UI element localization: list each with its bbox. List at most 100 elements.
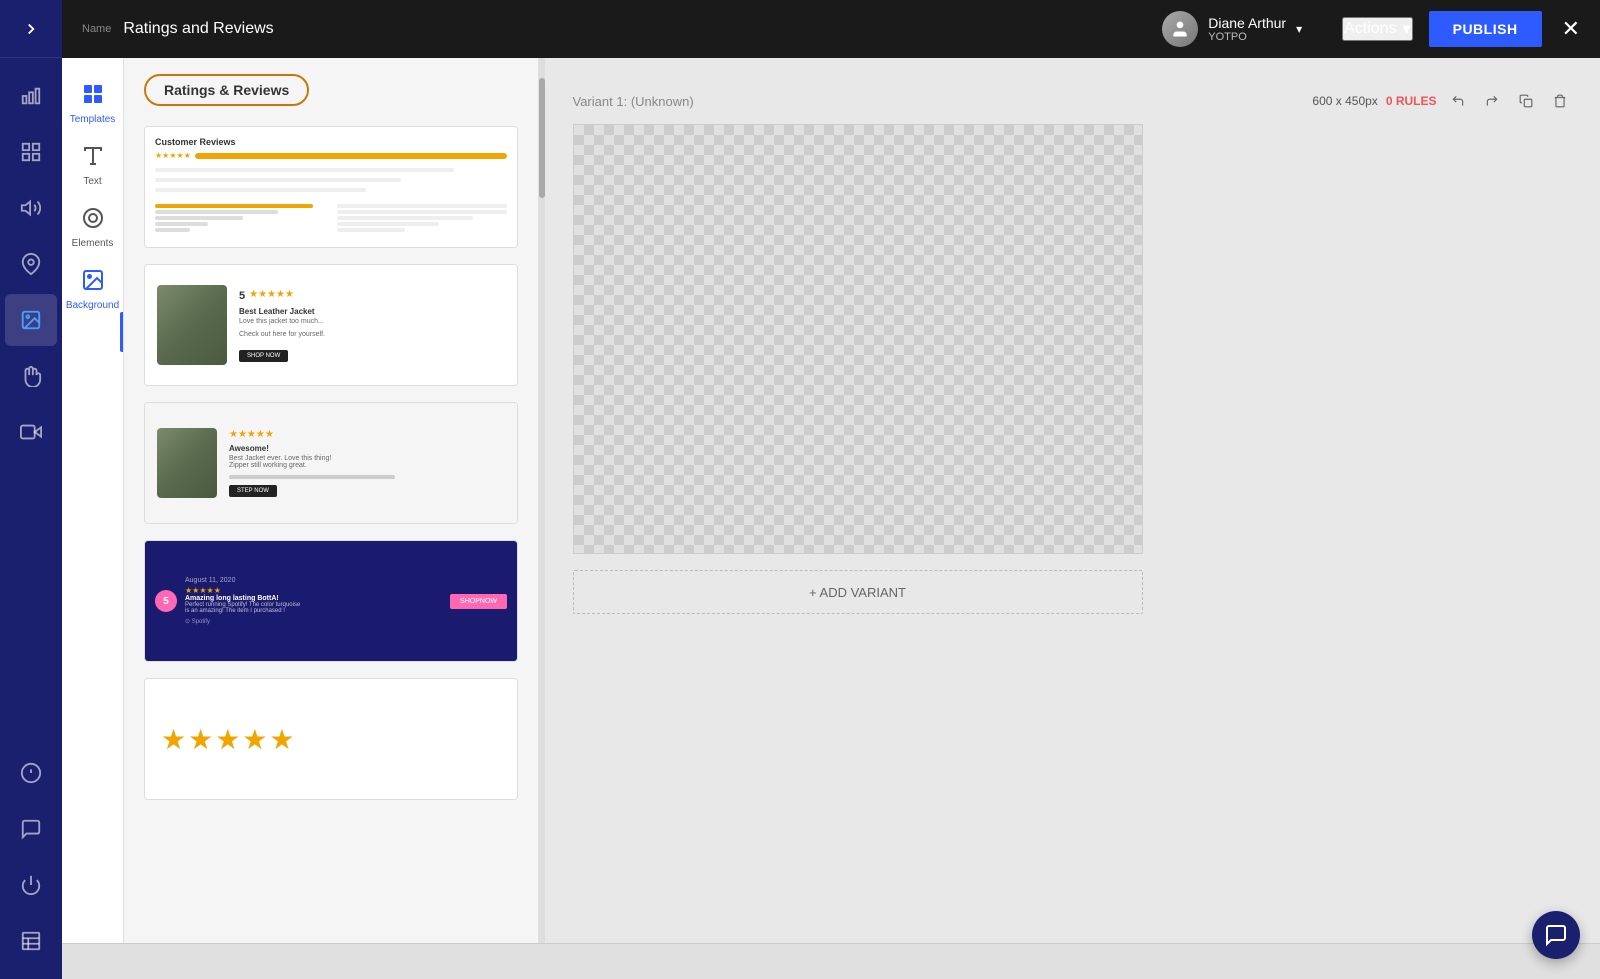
- template-thumb-img-3: ★★★★★ Awesome! Best Jacket ever. Love th…: [145, 403, 517, 523]
- template-list-scroll: Customer Reviews ★★★★★: [124, 114, 538, 943]
- mockup-product-text: Love this jacket too much...: [239, 318, 505, 325]
- rail-icons-list: [0, 58, 62, 458]
- variant-controls: 600 x 450px 0 RULES: [1312, 88, 1572, 114]
- mockup-dark-right: SHOPNOW: [450, 594, 507, 609]
- rail-analytics-icon[interactable]: [5, 70, 57, 122]
- variant-redo-button[interactable]: [1479, 88, 1505, 114]
- user-dropdown[interactable]: Diane Arthur YOTPO ▾: [1162, 11, 1302, 47]
- rail-info-icon[interactable]: [5, 747, 57, 799]
- mockup-shop-button-2: STEP NOW: [229, 485, 277, 497]
- mockup-rating-bars: [155, 204, 507, 232]
- mockup-dark-content: 5 August 11, 2020 ★★★★★ Amazing long las…: [145, 541, 517, 661]
- mockup-author: [229, 475, 505, 479]
- mockup-reviews-content: Customer Reviews ★★★★★: [145, 127, 517, 247]
- variant-label: Variant 1: (Unknown): [573, 94, 694, 109]
- mockup-count: 5: [239, 290, 245, 302]
- nav-toggle-button[interactable]: [0, 0, 62, 58]
- mockup-dark-stars: ★★★★★: [185, 586, 442, 595]
- canvas-area: Variant 1: (Unknown) 600 x 450px 0 RULES: [545, 58, 1600, 943]
- variant-container: Variant 1: (Unknown) 600 x 450px 0 RULES: [573, 88, 1573, 614]
- text-label: Text: [83, 176, 101, 188]
- rail-hand-icon[interactable]: [5, 350, 57, 402]
- rail-image-icon[interactable]: [5, 294, 57, 346]
- mockup-line-3: [155, 188, 366, 192]
- rail-megaphone-icon[interactable]: [5, 182, 57, 234]
- publish-button[interactable]: PUBLISH: [1429, 11, 1542, 47]
- sidebar-item-elements[interactable]: Elements: [64, 198, 122, 258]
- template-item-product-review-dark[interactable]: ★★★★★ Awesome! Best Jacket ever. Love th…: [144, 402, 518, 524]
- top-header: Name Ratings and Reviews Diane Arthur YO…: [62, 0, 1600, 58]
- template-item-reviews-list[interactable]: Customer Reviews ★★★★★: [144, 126, 518, 248]
- mockup-product-info: 5 ★★★★★ Best Leather Jacket Love this ja…: [239, 289, 505, 362]
- templates-icon: [81, 82, 105, 110]
- user-name: Diane Arthur: [1208, 15, 1286, 31]
- mockup-dark-shopnow: SHOPNOW: [450, 594, 507, 609]
- variant-label-text: Variant 1:: [573, 94, 628, 109]
- mockup-product-stars-3: ★★★★★: [229, 429, 505, 440]
- mockup-title: Customer Reviews: [155, 137, 507, 147]
- mockup-jacket-image: [157, 285, 227, 365]
- mockup-line-2: [155, 178, 401, 182]
- sidebar-item-background[interactable]: Background: [64, 260, 122, 320]
- background-icon: [81, 268, 105, 296]
- rail-pin-icon[interactable]: [5, 238, 57, 290]
- rules-badge[interactable]: 0 RULES: [1386, 94, 1437, 108]
- mockup-dark-title: Amazing long lasting BottA!: [185, 595, 442, 602]
- rail-power-icon[interactable]: [5, 859, 57, 911]
- mockup-product-stars-2: ★★★★★: [249, 289, 294, 300]
- mockup-stars: ★★★★★: [155, 151, 191, 160]
- mockup-product-info-2: ★★★★★ Awesome! Best Jacket ever. Love th…: [229, 429, 505, 497]
- mockup-stars-only-content: ★★★★★: [145, 679, 517, 799]
- rail-chat-icon[interactable]: [5, 803, 57, 855]
- mockup-product-text2: Check out here for yourself.: [239, 331, 505, 338]
- actions-button[interactable]: Actions ▾: [1342, 17, 1413, 41]
- mockup-jacket-inner: [157, 285, 227, 365]
- sidebar-item-templates[interactable]: Templates: [64, 74, 122, 134]
- category-pill[interactable]: Ratings & Reviews: [144, 74, 309, 106]
- template-item-product-review-light[interactable]: 5 ★★★★★ Best Leather Jacket Love this ja…: [144, 264, 518, 386]
- rail-widgets-icon[interactable]: [5, 126, 57, 178]
- mockup-dark-text: Perfect running Spotify! The color turqu…: [185, 602, 442, 614]
- mockup-product-title-3: Awesome!: [229, 444, 505, 453]
- template-item-stars-only[interactable]: ★★★★★: [144, 678, 518, 800]
- text-icon: [81, 144, 105, 172]
- rail-table-icon[interactable]: [5, 915, 57, 967]
- mockup-line-1: [155, 168, 454, 172]
- actions-chevron-icon: ▾: [1403, 19, 1411, 39]
- canvas-frame[interactable]: [573, 124, 1143, 554]
- user-company: YOTPO: [1208, 31, 1286, 43]
- sidebar-panel: Templates Text Elements: [62, 58, 124, 943]
- mockup-jacket-image-2: [157, 428, 217, 498]
- rail-bottom-icons: [5, 747, 57, 979]
- user-chevron-icon: ▾: [1296, 22, 1302, 36]
- elements-icon: [81, 206, 105, 234]
- mockup-product-text-3: Best Jacket ever. Love this thing!Zipper…: [229, 455, 505, 469]
- elements-label: Elements: [72, 238, 114, 250]
- variant-copy-button[interactable]: [1513, 88, 1539, 114]
- mockup-dark-badge: 5: [155, 590, 177, 612]
- content-area: Templates Text Elements: [62, 58, 1600, 943]
- mockup-jacket-inner-2: [157, 428, 217, 498]
- rail-video-icon[interactable]: [5, 406, 57, 458]
- mockup-shop-button: SHOP NOW: [239, 350, 288, 362]
- template-thumb-img-5: ★★★★★: [145, 679, 517, 799]
- actions-label: Actions: [1344, 20, 1396, 38]
- variant-header: Variant 1: (Unknown) 600 x 450px 0 RULES: [573, 88, 1573, 114]
- variant-undo-button[interactable]: [1445, 88, 1471, 114]
- mockup-product-dark-content: ★★★★★ Awesome! Best Jacket ever. Love th…: [145, 403, 517, 523]
- mockup-date: August 11, 2020: [185, 577, 442, 584]
- mockup-author-line: [229, 475, 395, 479]
- close-button[interactable]: ✕: [1562, 16, 1580, 42]
- sidebar-item-text[interactable]: Text: [64, 136, 122, 196]
- templates-label: Templates: [70, 114, 116, 126]
- variant-size: 600 x 450px: [1312, 94, 1377, 108]
- chat-widget-button[interactable]: [1532, 911, 1580, 959]
- template-item-dark-brand[interactable]: 5 August 11, 2020 ★★★★★ Amazing long las…: [144, 540, 518, 662]
- variant-delete-button[interactable]: [1547, 88, 1573, 114]
- template-thumb-img-1: Customer Reviews ★★★★★: [145, 127, 517, 247]
- template-category-header: Ratings & Reviews: [124, 58, 538, 114]
- template-thumb-img-2: 5 ★★★★★ Best Leather Jacket Love this ja…: [145, 265, 517, 385]
- mockup-spotify-label: ⊙ Spotify: [185, 618, 442, 625]
- variant-status-text: (Unknown): [631, 94, 694, 109]
- add-variant-button[interactable]: + ADD VARIANT: [573, 570, 1143, 614]
